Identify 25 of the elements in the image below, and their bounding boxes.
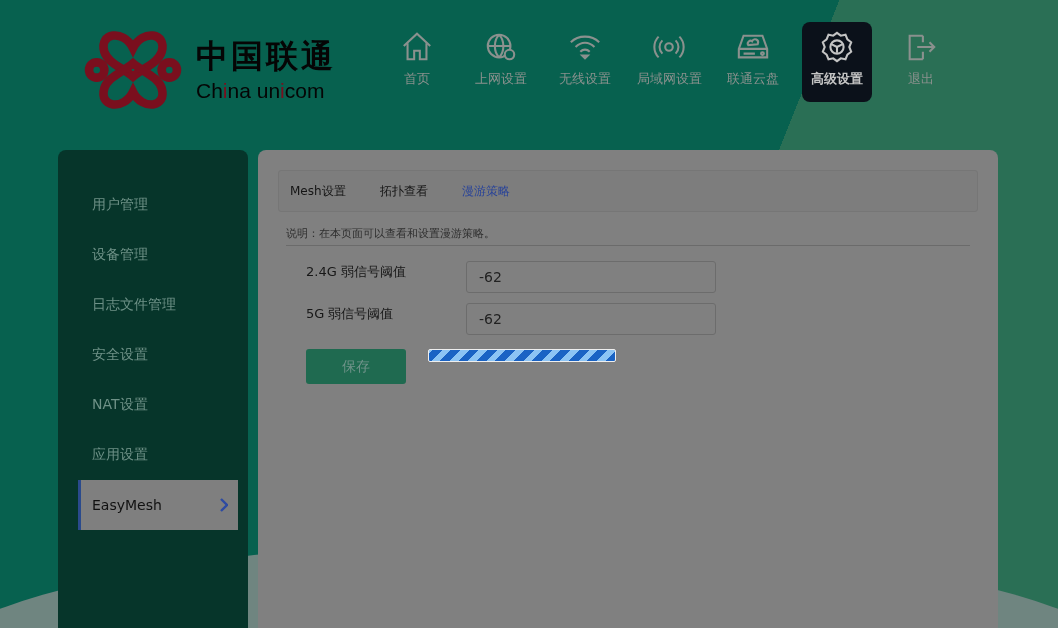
logo-subtitle: China unicom <box>196 78 326 104</box>
tab[interactable]: 漫游策略 <box>461 182 510 200</box>
sidebar-item[interactable]: 设备管理 <box>78 230 238 280</box>
nav-item[interactable]: 高级设置 <box>802 22 872 102</box>
sidebar-item[interactable]: EasyMesh <box>78 480 238 530</box>
chevron-right-icon <box>220 498 228 512</box>
input-field[interactable]: -62 <box>466 303 716 335</box>
tab[interactable]: Mesh设置 <box>290 182 346 200</box>
tab[interactable]: 拓扑查看 <box>379 182 428 200</box>
field-label: 2.4G 弱信号阈值 <box>306 263 407 281</box>
description-text: 说明：在本页面可以查看和设置漫游策略。 <box>286 226 970 246</box>
nav-item[interactable]: 上网设置 <box>460 22 542 102</box>
sidebar-item[interactable]: 安全设置 <box>78 330 238 380</box>
gear-icon <box>819 30 855 64</box>
sidebar-item[interactable]: 用户管理 <box>78 180 238 230</box>
nav-item[interactable]: 联通云盘 <box>712 22 794 102</box>
nav-item[interactable]: 首页 <box>376 22 458 102</box>
input-field[interactable]: -62 <box>466 261 716 293</box>
sidebar-item[interactable]: 日志文件管理 <box>78 280 238 330</box>
logo-title: 中国联通 <box>196 36 336 77</box>
nav-item[interactable]: 无线设置 <box>544 22 626 102</box>
sidebar-item[interactable]: 应用设置 <box>78 430 238 480</box>
sidebar-item[interactable]: NAT设置 <box>78 380 238 430</box>
field-label: 5G 弱信号阈值 <box>306 305 395 323</box>
nav-item[interactable]: 局域网设置 <box>628 22 710 102</box>
